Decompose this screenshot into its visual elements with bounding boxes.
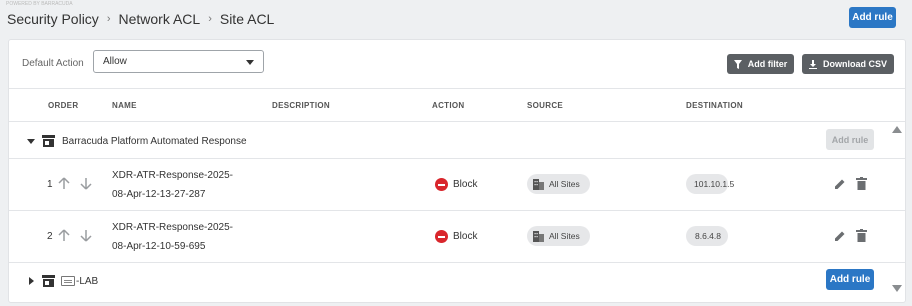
divider (9, 262, 905, 263)
rule-action: Block (435, 178, 477, 191)
scroll-up-arrow-icon[interactable] (892, 126, 902, 133)
source-chip: All Sites (527, 226, 590, 246)
building-icon (533, 230, 544, 242)
column-header-source: SOURCE (527, 101, 564, 110)
divider (9, 210, 905, 211)
arrow-down-icon[interactable] (80, 229, 92, 242)
add-filter-label: Add filter (747, 59, 788, 69)
chevron-down-icon (246, 60, 254, 65)
rule-order: 2 (47, 231, 53, 242)
default-action-value: Allow (103, 56, 127, 67)
destination-chip-label: 8.6.4.8 (695, 231, 721, 241)
breadcrumb-site-acl: Site ACL (219, 11, 275, 27)
pencil-icon[interactable] (834, 230, 846, 242)
block-icon (435, 230, 448, 243)
column-header-order: ORDER (48, 101, 79, 110)
breadcrumb-network-acl[interactable]: Network ACL (118, 11, 200, 27)
column-header-action: ACTION (432, 101, 465, 110)
source-chip-label: All Sites (549, 231, 580, 241)
breadcrumb-separator: › (106, 13, 111, 25)
rule-action-label: Block (453, 231, 478, 242)
add-filter-button[interactable]: Add filter (727, 54, 794, 74)
rule-name-line: 08-Apr-12-13-27-287 (112, 189, 206, 200)
download-csv-label: Download CSV (822, 59, 887, 69)
brand-caption: POWERED BY BARRACUDA (6, 1, 73, 7)
group-add-rule-button[interactable]: Add rule (826, 269, 874, 290)
chevron-down-icon[interactable] (27, 139, 35, 144)
filter-icon (733, 59, 742, 69)
block-icon (435, 178, 448, 191)
default-action-label: Default Action (22, 58, 84, 69)
chevron-right-icon[interactable] (29, 277, 34, 285)
divider (9, 88, 905, 89)
destination-chip: 101.10.1.5 (686, 174, 734, 194)
download-csv-button[interactable]: Download CSV (802, 54, 894, 74)
source-chip: All Sites (527, 174, 590, 194)
download-icon (808, 59, 817, 69)
add-rule-button[interactable]: Add rule (849, 7, 896, 28)
rule-name-line: XDR-ATR-Response-2025- (112, 222, 233, 233)
column-header-name: NAME (112, 101, 137, 110)
trash-icon[interactable] (856, 177, 867, 190)
rule-name[interactable]: XDR-ATR-Response-2025- 08-Apr-12-13-27-2… (112, 166, 233, 204)
destination-chip: 8.6.4.8 (686, 226, 728, 246)
arrow-up-icon[interactable] (58, 177, 70, 190)
breadcrumb: Security Policy › Network ACL › Site ACL (7, 9, 274, 29)
column-header-description: DESCRIPTION (272, 101, 330, 110)
store-icon (42, 135, 55, 147)
divider (9, 158, 905, 159)
pencil-icon[interactable] (834, 178, 846, 190)
default-action-select[interactable]: Allow (93, 50, 264, 73)
source-chip-label: All Sites (549, 179, 580, 189)
arrow-up-icon[interactable] (58, 229, 70, 242)
rule-action-label: Block (453, 179, 478, 190)
divider (9, 121, 905, 122)
destination-chip-label: 101.10.1.5 (694, 179, 735, 189)
arrow-down-icon[interactable] (80, 177, 92, 190)
rule-name[interactable]: XDR-ATR-Response-2025- 08-Apr-12-10-59-6… (112, 218, 233, 256)
rule-order: 1 (47, 179, 53, 190)
building-icon (533, 178, 544, 190)
rule-name-line: 08-Apr-12-10-59-695 (112, 241, 206, 252)
group-name: Barracuda Platform Automated Response (62, 136, 247, 147)
site-logo-icon (61, 276, 75, 286)
store-icon (42, 275, 55, 287)
scroll-down-arrow-icon[interactable] (892, 285, 902, 292)
rule-name-line: XDR-ATR-Response-2025- (112, 170, 233, 181)
rule-action: Block (435, 230, 477, 243)
group-name: -LAB (76, 276, 99, 287)
acl-card: Default Action Allow Add filter Download… (8, 39, 906, 303)
group-add-rule-button: Add rule (826, 129, 874, 150)
column-header-destination: DESTINATION (686, 101, 743, 110)
trash-icon[interactable] (856, 229, 867, 242)
breadcrumb-security-policy[interactable]: Security Policy (7, 11, 99, 27)
breadcrumb-separator: › (208, 13, 212, 25)
